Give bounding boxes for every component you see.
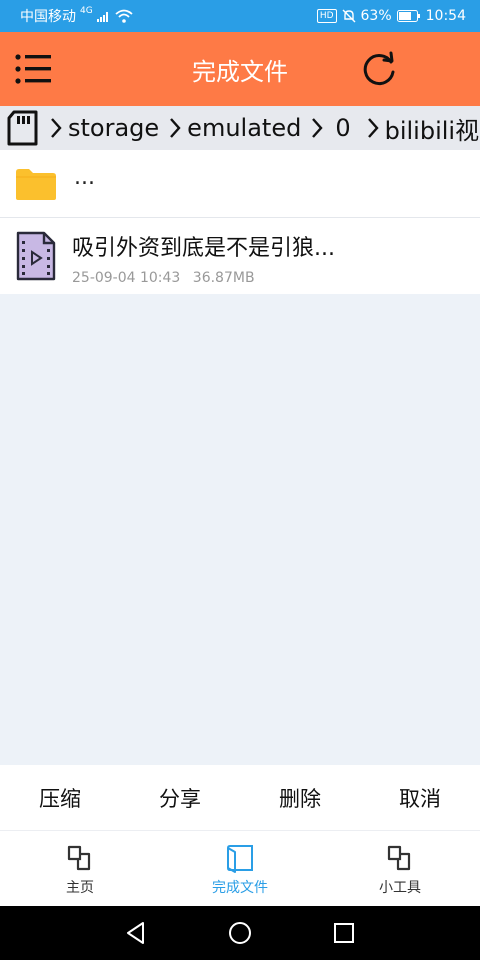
network-label: 4G: [80, 6, 93, 16]
wifi-icon: [115, 9, 133, 23]
tab-tools[interactable]: 小工具: [320, 831, 480, 906]
chevron-right-icon: [51, 118, 62, 138]
delete-button[interactable]: 删除: [240, 765, 360, 830]
tab-label: 主页: [66, 880, 94, 896]
refresh-icon[interactable]: [360, 50, 398, 88]
signal-icon: [96, 12, 108, 22]
chevron-right-icon: [170, 118, 181, 138]
chevron-right-icon: [367, 118, 379, 138]
battery-percent: 63%: [360, 8, 392, 24]
home-icon[interactable]: [227, 920, 253, 946]
parent-folder-label: ...: [74, 165, 95, 190]
breadcrumb-label: bilibili视: [384, 116, 480, 145]
carrier-label: 中国移动: [20, 9, 76, 25]
system-nav-bar: [0, 906, 480, 960]
tab-finished-files[interactable]: 完成文件: [160, 831, 320, 906]
tab-home[interactable]: 主页: [0, 831, 160, 906]
back-icon[interactable]: [123, 920, 149, 946]
app-bar: 完成文件: [0, 32, 480, 106]
bottom-tab-bar: 主页 完成文件 小工具: [0, 831, 480, 906]
tools-tab-icon: [387, 845, 411, 871]
mute-bell-icon: [342, 9, 356, 23]
folder-icon: [16, 168, 56, 200]
file-name: 吸引外资到底是不是引狼...: [72, 236, 335, 261]
breadcrumb-item-0[interactable]: 0: [301, 114, 356, 142]
home-tab-icon: [67, 845, 91, 871]
recents-icon[interactable]: [331, 920, 357, 946]
cancel-button[interactable]: 取消: [360, 765, 480, 830]
clock: 10:54: [425, 8, 466, 24]
list-item[interactable]: 吸引外资到底是不是引狼... 25-09-04 10:43 36.87MB: [0, 218, 480, 294]
file-list: ... 吸引外资到底是不是引狼... 25-09-04 10:43 36.87M…: [0, 150, 480, 294]
breadcrumb: storage emulated 0 bilibili视: [0, 106, 480, 150]
breadcrumb-label: emulated: [187, 114, 302, 142]
action-bar: 压缩 分享 删除 取消: [0, 765, 480, 831]
compress-button[interactable]: 压缩: [0, 765, 120, 830]
chevron-right-icon: [312, 118, 323, 138]
status-bar: 中国移动 4G HD 63% 10:54: [0, 0, 480, 32]
video-file-icon: [16, 231, 56, 281]
breadcrumb-label: 0: [335, 114, 351, 142]
book-tab-icon: [227, 845, 253, 873]
tab-label: 小工具: [379, 880, 421, 896]
page-title: 完成文件: [192, 57, 288, 86]
share-button[interactable]: 分享: [120, 765, 240, 830]
breadcrumb-item-bilibili[interactable]: bilibili视: [357, 111, 479, 146]
battery-icon: [396, 10, 420, 22]
hd-badge: HD: [316, 9, 337, 23]
breadcrumb-label: storage: [68, 114, 160, 142]
file-size: 36.87MB: [192, 270, 255, 286]
file-meta: 25-09-04 10:43 36.87MB: [72, 270, 255, 286]
menu-icon[interactable]: [14, 52, 52, 86]
file-date: 25-09-04 10:43: [72, 270, 181, 286]
tab-label: 完成文件: [212, 880, 268, 896]
breadcrumb-item-storage[interactable]: storage: [40, 114, 159, 142]
parent-folder-row[interactable]: ...: [0, 150, 480, 218]
sd-card-icon[interactable]: [6, 110, 40, 146]
breadcrumb-item-emulated[interactable]: emulated: [159, 114, 301, 142]
